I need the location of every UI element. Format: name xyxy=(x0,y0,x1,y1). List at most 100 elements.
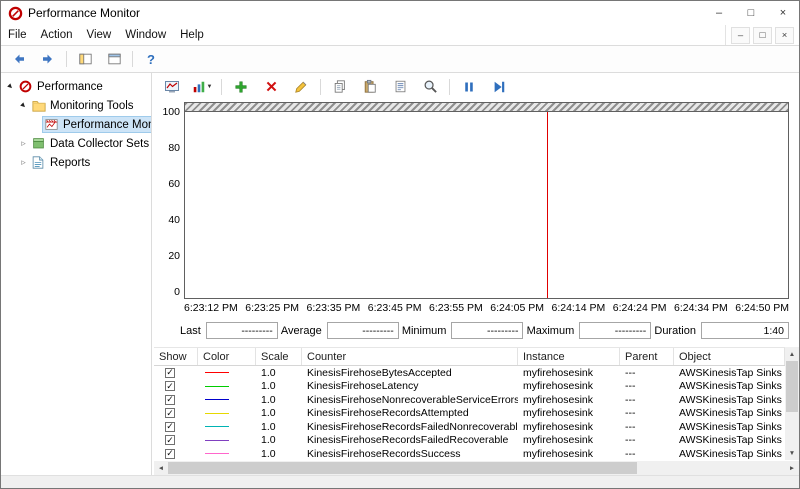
export-window-icon xyxy=(107,52,122,66)
export-list-button[interactable] xyxy=(100,48,128,70)
tree-item-monitoring-tools[interactable]: ▸Monitoring Tools xyxy=(1,96,151,115)
object-cell: AWSKinesisTap Sinks xyxy=(674,421,785,433)
scroll-up-icon[interactable]: ▲ xyxy=(785,347,799,361)
highlight-button[interactable] xyxy=(287,76,315,98)
toolbar-separator xyxy=(449,79,450,95)
properties-button[interactable] xyxy=(386,76,414,98)
tree-item-performance[interactable]: ▸Performance xyxy=(1,77,151,96)
tree-node: Performance xyxy=(17,79,107,94)
menu-item-action[interactable]: Action xyxy=(34,25,80,45)
menu-item-help[interactable]: Help xyxy=(173,25,211,45)
table-body: ✓1.0KinesisFirehoseBytesAcceptedmyfireho… xyxy=(154,366,785,460)
table-row[interactable]: ✓1.0KinesisFirehoseNonrecoverableService… xyxy=(154,393,785,407)
chevron-collapsed-icon[interactable]: ▹ xyxy=(17,157,30,168)
object-cell: AWSKinesisTap Sinks xyxy=(674,394,785,406)
column-header-object[interactable]: Object xyxy=(674,348,785,365)
stat-last-value: --------- xyxy=(206,322,278,339)
properties-icon xyxy=(394,79,407,94)
scroll-left-icon[interactable]: ◄ xyxy=(154,461,168,475)
menu-bar: FileActionViewWindowHelp – □ × xyxy=(1,25,799,46)
show-checkbox[interactable]: ✓ xyxy=(165,449,175,459)
column-header-instance[interactable]: Instance xyxy=(518,348,620,365)
column-header-color[interactable]: Color xyxy=(198,348,256,365)
delete-counter-button[interactable] xyxy=(257,76,285,98)
toolbar-separator xyxy=(132,51,133,67)
zoom-button[interactable] xyxy=(416,76,444,98)
table-row[interactable]: ✓1.0KinesisFirehoseRecordsSuccessmyfireh… xyxy=(154,447,785,460)
add-counter-button[interactable] xyxy=(227,76,255,98)
column-header-parent[interactable]: Parent xyxy=(620,348,674,365)
menu-item-window[interactable]: Window xyxy=(118,25,173,45)
help-button[interactable]: ? xyxy=(137,48,165,70)
view-current-activity-button[interactable] xyxy=(158,76,186,98)
forward-button[interactable] xyxy=(34,48,62,70)
column-header-show[interactable]: Show xyxy=(154,348,198,365)
show-cell: ✓ xyxy=(154,408,198,418)
x-icon xyxy=(265,80,278,93)
x-axis: 6:23:12 PM6:23:25 PM6:23:35 PM6:23:45 PM… xyxy=(184,302,789,314)
show-checkbox[interactable]: ✓ xyxy=(165,408,175,418)
tree-item-performance-monitor[interactable]: Performance Monitor xyxy=(1,115,151,134)
show-checkbox[interactable]: ✓ xyxy=(165,435,175,445)
copy-properties-button[interactable] xyxy=(326,76,354,98)
change-graph-type-button[interactable]: ▼ xyxy=(188,76,216,98)
scrollbar-thumb[interactable] xyxy=(786,361,798,412)
y-axis-label: 20 xyxy=(168,250,180,262)
show-console-tree-button[interactable] xyxy=(71,48,99,70)
chevron-collapsed-icon[interactable]: ▹ xyxy=(17,138,30,149)
show-checkbox[interactable]: ✓ xyxy=(165,395,175,405)
show-cell: ✓ xyxy=(154,449,198,459)
show-checkbox[interactable]: ✓ xyxy=(165,381,175,391)
stat-average: Average--------- xyxy=(281,322,399,339)
mdi-close-button[interactable]: × xyxy=(775,27,794,44)
console-tree-icon xyxy=(78,52,93,66)
stats-row: Last---------Average---------Minimum----… xyxy=(152,314,799,341)
chart-type-icon xyxy=(192,79,206,95)
close-button[interactable]: × xyxy=(767,1,799,25)
horizontal-scrollbar[interactable]: ◄ ► xyxy=(154,461,799,475)
instance-cell: myfirehosesink xyxy=(518,448,620,460)
counter-cell: KinesisFirehoseRecordsFailedNonrecoverab… xyxy=(302,421,518,433)
scale-cell: 1.0 xyxy=(256,448,302,460)
scale-cell: 1.0 xyxy=(256,367,302,379)
table-row[interactable]: ✓1.0KinesisFirehoseBytesAcceptedmyfireho… xyxy=(154,366,785,380)
stat-maximum-value: --------- xyxy=(579,322,651,339)
back-button[interactable] xyxy=(5,48,33,70)
table-row[interactable]: ✓1.0KinesisFirehoseRecordsFailedNonrecov… xyxy=(154,420,785,434)
tree-item-data-collector-sets[interactable]: ▹Data Collector Sets xyxy=(1,134,151,153)
minimize-button[interactable]: – xyxy=(703,1,735,25)
perfmon-icon xyxy=(19,80,33,93)
scrollbar-track[interactable] xyxy=(168,461,785,475)
x-axis-label: 6:24:34 PM xyxy=(674,302,728,314)
stat-minimum: Minimum--------- xyxy=(402,322,524,339)
stat-average-value: --------- xyxy=(327,322,399,339)
update-data-button[interactable] xyxy=(485,76,513,98)
scale-cell: 1.0 xyxy=(256,394,302,406)
tree-node: Reports xyxy=(30,155,94,170)
scroll-down-icon[interactable]: ▼ xyxy=(785,446,799,460)
table-row[interactable]: ✓1.0KinesisFirehoseRecordsFailedRecovera… xyxy=(154,434,785,448)
mdi-restore-button[interactable]: □ xyxy=(753,27,772,44)
show-checkbox[interactable]: ✓ xyxy=(165,422,175,432)
show-checkbox[interactable]: ✓ xyxy=(165,368,175,378)
menu-item-view[interactable]: View xyxy=(80,25,119,45)
scrollbar-track[interactable] xyxy=(785,361,799,446)
tree-item-label: Performance Monitor xyxy=(63,119,152,131)
mdi-minimize-button[interactable]: – xyxy=(731,27,750,44)
freeze-display-button[interactable] xyxy=(455,76,483,98)
table-row[interactable]: ✓1.0KinesisFirehoseRecordsAttemptedmyfir… xyxy=(154,407,785,421)
column-header-scale[interactable]: Scale xyxy=(256,348,302,365)
vertical-scrollbar[interactable]: ▲ ▼ xyxy=(785,347,799,460)
paste-counter-list-button[interactable] xyxy=(356,76,384,98)
column-header-counter[interactable]: Counter xyxy=(302,348,518,365)
parent-cell: --- xyxy=(620,380,674,392)
y-axis-label: 40 xyxy=(168,214,180,226)
menu-item-file[interactable]: File xyxy=(1,25,34,45)
x-axis-label: 6:24:50 PM xyxy=(735,302,789,314)
scroll-right-icon[interactable]: ► xyxy=(785,461,799,475)
maximize-button[interactable]: □ xyxy=(735,1,767,25)
instance-cell: myfirehosesink xyxy=(518,367,620,379)
tree-item-reports[interactable]: ▹Reports xyxy=(1,153,151,172)
table-row[interactable]: ✓1.0KinesisFirehoseLatencymyfirehosesink… xyxy=(154,380,785,394)
scrollbar-thumb[interactable] xyxy=(168,462,637,474)
